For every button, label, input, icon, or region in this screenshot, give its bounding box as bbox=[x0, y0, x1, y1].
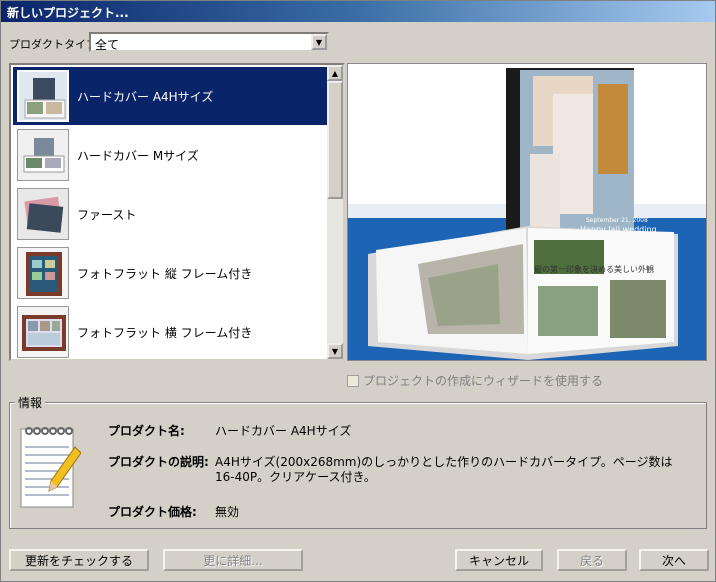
notepad-pencil-icon bbox=[17, 421, 82, 511]
list-item[interactable]: ハードカバー A4Hサイズ bbox=[13, 67, 327, 125]
cover-date-text: September 21, 2008 bbox=[586, 217, 648, 224]
list-item[interactable]: ファースト bbox=[13, 185, 327, 243]
product-thumbnail bbox=[17, 306, 69, 358]
product-name-value: ハードカバー A4Hサイズ bbox=[215, 424, 352, 438]
check-updates-button[interactable]: 更新をチェックする bbox=[9, 549, 149, 571]
product-list[interactable]: ハードカバー A4Hサイズ ハードカバー Mサイズ ファースト フォトフラット … bbox=[9, 63, 345, 361]
scroll-up-icon[interactable]: ▲ bbox=[327, 65, 343, 81]
list-item[interactable]: フォトフラット 横 フレーム付き bbox=[13, 303, 327, 359]
list-item[interactable]: ハードカバー Mサイズ bbox=[13, 126, 327, 184]
product-thumbnail bbox=[17, 188, 69, 240]
new-project-dialog: 新しいプロジェクト... プロダクトタイプ: 全て ▼ ハードカバー A4Hサイ… bbox=[0, 0, 716, 582]
product-name-label: プロダクト名: bbox=[108, 424, 185, 438]
next-button[interactable]: 次へ bbox=[639, 549, 709, 571]
more-details-button[interactable]: 更に詳細... bbox=[163, 549, 303, 571]
product-description-label: プロダクトの説明: bbox=[108, 455, 209, 469]
chevron-down-icon[interactable]: ▼ bbox=[311, 34, 327, 50]
wizard-checkbox-label: プロジェクトの作成にウィザードを使用する bbox=[363, 374, 604, 388]
page-caption-text: 最の第一印象を決める美しい外観 bbox=[534, 264, 654, 274]
wizard-checkbox[interactable] bbox=[347, 374, 359, 387]
back-button[interactable]: 戻る bbox=[557, 549, 627, 571]
scroll-thumb[interactable] bbox=[327, 81, 343, 199]
title-bar: 新しいプロジェクト... bbox=[1, 1, 715, 22]
wizard-checkbox-row[interactable]: プロジェクトの作成にウィザードを使用する bbox=[347, 372, 603, 389]
list-item-label: フォトフラット 縦 フレーム付き bbox=[77, 266, 253, 281]
list-item-label: フォトフラット 横 フレーム付き bbox=[77, 325, 253, 340]
list-scrollbar[interactable]: ▲ ▼ bbox=[327, 65, 343, 359]
product-thumbnail bbox=[17, 129, 69, 181]
product-preview-image: September 21, 2008 Happy Jail wedding 最の… bbox=[347, 63, 707, 361]
product-thumbnail bbox=[17, 70, 69, 122]
cancel-button[interactable]: キャンセル bbox=[455, 549, 543, 571]
product-type-label: プロダクトタイプ: bbox=[9, 38, 101, 51]
list-item[interactable]: フォトフラット 縦 フレーム付き bbox=[13, 244, 327, 302]
info-legend: 情報 bbox=[15, 394, 46, 411]
product-price-label: プロダクト価格: bbox=[108, 505, 197, 519]
list-item-label: ファースト bbox=[77, 207, 137, 222]
product-price-value: 無効 bbox=[215, 505, 240, 519]
product-description-line2: 16-40P。クリアケース付き。 bbox=[215, 470, 376, 484]
product-type-select[interactable]: 全て ▼ bbox=[89, 32, 329, 52]
list-item-label: ハードカバー A4Hサイズ bbox=[77, 89, 214, 104]
list-item-label: ハードカバー Mサイズ bbox=[77, 148, 199, 163]
scroll-down-icon[interactable]: ▼ bbox=[327, 343, 343, 359]
window-title: 新しいプロジェクト... bbox=[7, 6, 129, 20]
product-thumbnail bbox=[17, 247, 69, 299]
product-type-value: 全て bbox=[95, 38, 120, 52]
